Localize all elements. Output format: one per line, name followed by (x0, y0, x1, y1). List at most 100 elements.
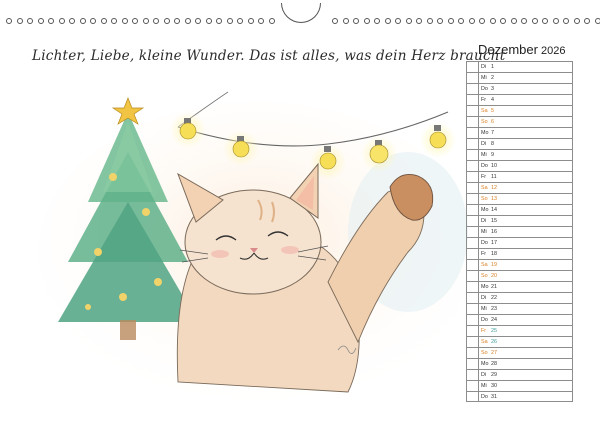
day-number: 21 (491, 284, 497, 290)
day-of-week: Fr (481, 251, 487, 257)
calendar-day-row: Fr 11 (466, 171, 572, 182)
day-of-week: Mo (481, 207, 489, 213)
calendar-day-row: So 6 (466, 116, 572, 127)
day-number: 18 (491, 251, 497, 257)
calendar-day-row: Do 10 (466, 160, 572, 171)
day-of-week: Di (481, 295, 487, 301)
day-number: 17 (491, 240, 497, 246)
calendar-day-row: Sa 5 (466, 105, 572, 116)
day-number: 22 (491, 295, 497, 301)
binding-hole (79, 18, 86, 24)
day-number: 3 (491, 86, 494, 92)
binding-hole (247, 18, 254, 24)
binding-hole (552, 18, 559, 24)
binding-hole (58, 18, 65, 24)
binding-hole (69, 18, 75, 24)
binding-hole (437, 18, 443, 24)
calendar-day-row: Mi 9 (466, 149, 572, 160)
binding-hole (594, 18, 600, 24)
binding-hole (458, 18, 464, 24)
calendar-day-row: Mo 21 (466, 281, 572, 292)
day-of-week: Fr (481, 174, 487, 180)
day-number: 12 (491, 185, 497, 191)
binding-hole (332, 18, 338, 24)
day-of-week: So (481, 196, 488, 202)
day-number: 14 (491, 207, 497, 213)
binding-hole (542, 18, 548, 24)
day-number: 5 (491, 108, 494, 114)
binding-hole (100, 18, 107, 24)
binding-hole (426, 18, 433, 24)
day-number: 16 (491, 229, 497, 235)
day-of-week: Mo (481, 361, 489, 367)
day-of-week: Do (481, 163, 488, 169)
day-of-week: Sa (481, 339, 488, 345)
binding-hole (184, 18, 191, 24)
day-of-week: Do (481, 394, 488, 400)
calendar-page: Lichter, Liebe, kleine Wunder. Das ist a… (0, 0, 600, 432)
binding-hole (531, 18, 538, 24)
calendar-day-list: Di 1 Mi 2 Do 3 Fr 4 Sa 5 So 6 Mo 7 Di 8 Mi 9 Do 10 Fr 11 Sa 12 S… (466, 61, 572, 402)
binding-hole (584, 18, 590, 24)
calendar-day-row: Sa 12 (466, 182, 572, 193)
binding-hole (342, 18, 349, 24)
day-number: 27 (491, 350, 497, 356)
calendar-day-row: Mi 2 (466, 72, 572, 83)
binding-hole (111, 18, 117, 24)
year-label: 2026 (540, 45, 566, 57)
binding-hole (363, 18, 370, 24)
binding-hole (489, 18, 496, 24)
binding-hole (500, 18, 506, 24)
calendar-day-row: So 20 (466, 270, 572, 281)
calendar-day-row: Di 15 (466, 215, 572, 226)
calendar-border-right (572, 61, 573, 402)
binding-hole (510, 18, 517, 24)
calendar-day-row: Sa 19 (466, 259, 572, 270)
day-number: 13 (491, 196, 497, 202)
day-number: 31 (491, 394, 497, 400)
binding-hole (268, 18, 275, 24)
day-of-week: Fr (481, 97, 487, 103)
calendar-day-row: Mo 14 (466, 204, 572, 215)
day-number: 2 (491, 75, 494, 81)
day-number: 1 (491, 64, 494, 70)
binding-hole (395, 18, 401, 24)
binding-hole (353, 18, 359, 24)
day-of-week: Mi (481, 75, 487, 81)
day-of-week: So (481, 273, 488, 279)
day-of-week: Di (481, 372, 487, 378)
binding-hole (258, 18, 264, 24)
binding-hole (563, 18, 569, 24)
calendar-day-row: Mo 28 (466, 358, 572, 369)
light-bulb-icon (361, 136, 397, 172)
binding-hole (153, 18, 159, 24)
day-of-week: Mo (481, 284, 489, 290)
binding-hole (521, 18, 527, 24)
day-of-week: Mo (481, 130, 489, 136)
binding-hole (195, 18, 201, 24)
day-number: 8 (491, 141, 494, 147)
day-number: 7 (491, 130, 494, 136)
day-of-week: Fr (481, 328, 487, 334)
binding-hole (468, 18, 475, 24)
day-of-week: Sa (481, 108, 488, 114)
day-number: 4 (491, 97, 494, 103)
day-of-week: So (481, 119, 488, 125)
calendar-day-row: Mo 7 (466, 127, 572, 138)
binding-hole (174, 18, 180, 24)
day-of-week: So (481, 350, 488, 356)
day-number: 30 (491, 383, 497, 389)
binding-hole (374, 18, 380, 24)
calendar-day-row: Fr 4 (466, 94, 572, 105)
page-headline: Lichter, Liebe, kleine Wunder. Das ist a… (32, 48, 506, 64)
day-of-week: Sa (481, 262, 488, 268)
day-number: 23 (491, 306, 497, 312)
light-bulb-icon (170, 112, 206, 148)
binding-hole (90, 18, 96, 24)
day-number: 26 (491, 339, 497, 345)
calendar-day-row: So 13 (466, 193, 572, 204)
binding-hole (479, 18, 485, 24)
day-of-week: Mi (481, 229, 487, 235)
binding-hole (205, 18, 212, 24)
calendar-day-row: Fr 18 (466, 248, 572, 259)
